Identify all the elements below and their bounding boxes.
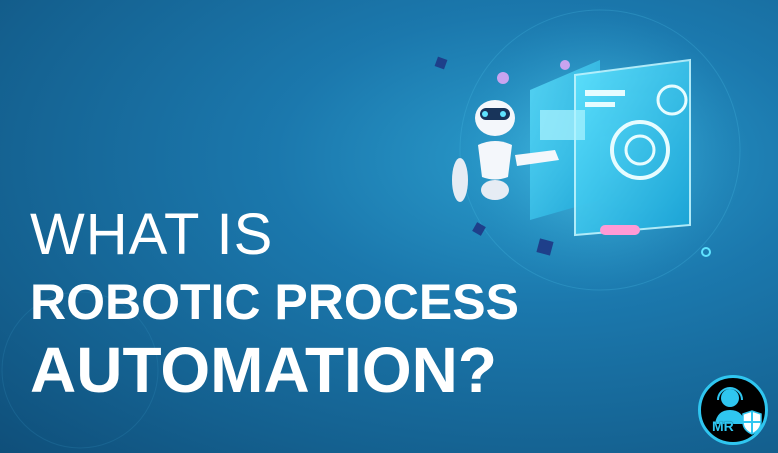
headline-line-2: ROBOTIC PROCESS [30, 274, 519, 330]
banner: WHAT IS ROBOTIC PROCESS AUTOMATION? MR [0, 0, 778, 453]
screen-panels [530, 58, 691, 237]
logo-text: MR [712, 418, 734, 434]
brand-logo: MR [698, 375, 768, 445]
headline-line-1: WHAT IS [30, 202, 274, 267]
headline-line-3: AUTOMATION? [30, 334, 497, 406]
